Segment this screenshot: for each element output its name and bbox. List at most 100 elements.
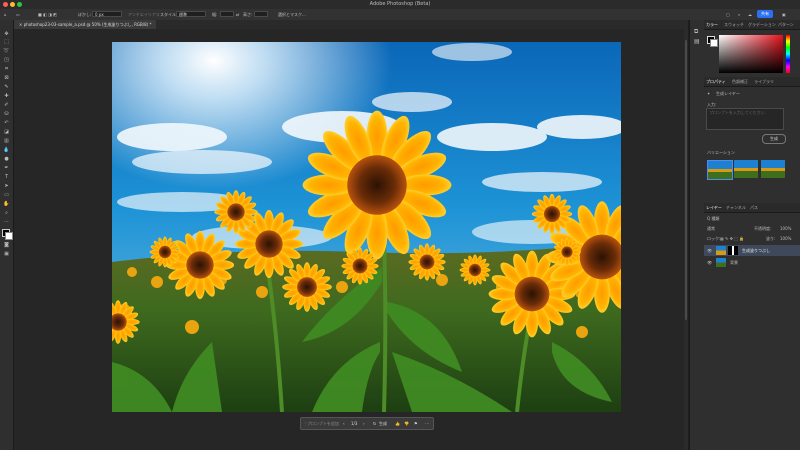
quick-mask-icon[interactable]: ◙ (3, 242, 10, 248)
layer-mask-thumbnail[interactable] (728, 246, 738, 255)
width-input[interactable] (220, 11, 234, 17)
layer-name: 背景 (730, 260, 738, 265)
canvas-image[interactable] (112, 42, 621, 412)
lock-icons[interactable]: ▦ ✎ ✥ ⬚ 🔒 (720, 236, 744, 241)
right-panels: カラー スウォッチ グラデーション パターン プロパティ 色調補正 ライブラリ … (704, 20, 800, 450)
eraser-tool-icon[interactable]: ◪ (3, 129, 10, 135)
variation-thumb-1[interactable] (707, 160, 733, 180)
thumbs-down-icon[interactable]: 👎 (404, 418, 409, 429)
opacity-input[interactable]: 100% (780, 226, 791, 231)
variation-thumb-2[interactable] (734, 160, 758, 178)
tab-libraries[interactable]: ライブラリ (754, 77, 774, 86)
variation-thumb-3[interactable] (761, 160, 785, 178)
next-variation-icon[interactable]: › (363, 418, 365, 429)
style-select[interactable]: 標準 (176, 11, 206, 17)
tab-layers[interactable]: レイヤー (706, 203, 722, 212)
frame-tool-icon[interactable]: ⊠ (3, 75, 10, 81)
share-button[interactable]: 共有 (757, 10, 773, 18)
layers-panel-tabs: レイヤー チャンネル パス (704, 203, 800, 213)
swap-icon[interactable]: ⇄ (236, 9, 239, 20)
height-label: 高さ: (243, 12, 253, 17)
variations-label: バリエーション (707, 150, 735, 155)
lock-label: ロック: (707, 236, 721, 241)
blend-mode-select[interactable]: 通常 (707, 226, 715, 232)
generate-button[interactable]: 生成 (379, 418, 387, 429)
variation-counter: 1/3 (351, 421, 358, 426)
hand-tool-icon[interactable]: ✋ (3, 201, 10, 207)
tab-adjustments[interactable]: 色調補正 (732, 77, 748, 86)
visibility-eye-icon[interactable]: 👁 (707, 248, 712, 253)
tab-patterns[interactable]: パターン (778, 20, 794, 29)
dodge-tool-icon[interactable]: ● (3, 156, 10, 162)
document-tab-title: photoshop23-03-sample_a.psd @ 50% (生成塗りつ… (23, 22, 152, 27)
feather-input[interactable]: 0 px (92, 11, 122, 17)
cloud-icon[interactable]: ☁ (748, 9, 752, 20)
scrollbar-thumb[interactable] (685, 40, 687, 320)
more-tools-icon[interactable]: ⋯ (3, 219, 10, 225)
tab-paths[interactable]: パス (750, 203, 758, 212)
generate-icon[interactable]: ↻ (373, 418, 376, 429)
layer-filter-select[interactable]: Q 種類 (707, 216, 719, 222)
tab-properties[interactable]: プロパティ (706, 77, 726, 86)
antialias-checkbox[interactable]: アンチエイリアス (128, 9, 160, 20)
comments-panel-icon[interactable]: ▤ (694, 38, 700, 45)
screen-mode-icon[interactable]: ▣ (3, 251, 10, 257)
layer-thumbnail (716, 246, 726, 255)
gradient-tool-icon[interactable]: ▥ (3, 138, 10, 144)
color-picker-field[interactable] (719, 35, 783, 73)
app-title: Adobe Photoshop (Beta) (369, 1, 431, 7)
eyedropper-tool-icon[interactable]: ✎ (3, 84, 10, 90)
properties-generate-button[interactable]: 生成 (762, 134, 786, 144)
tab-channels[interactable]: チャンネル (726, 203, 746, 212)
history-brush-tool-icon[interactable]: ↶ (3, 120, 10, 126)
style-label: スタイル: (160, 12, 178, 17)
select-and-mask-button[interactable]: 選択とマスク... (278, 9, 306, 20)
generative-prompt-input[interactable]: プロンプトを追加 (307, 418, 339, 429)
home-icon[interactable]: ⌂ (4, 9, 7, 20)
generative-layer-icon: ✦ (707, 91, 711, 96)
zoom-tool-icon[interactable]: ⌕ (3, 210, 10, 216)
flag-icon[interactable]: ⚑ (414, 418, 418, 429)
thumbs-up-icon[interactable]: 👍 (395, 418, 400, 429)
tab-gradients[interactable]: グラデーション (748, 20, 776, 29)
path-select-tool-icon[interactable]: ➤ (3, 183, 10, 189)
hue-slider[interactable] (786, 35, 790, 73)
crop-tool-icon[interactable]: ⌗ (3, 66, 10, 72)
bg-color-chip[interactable] (710, 39, 718, 47)
color-panel-tabs: カラー スウォッチ グラデーション パターン (704, 20, 800, 30)
move-tool-icon[interactable]: ✥ (3, 31, 10, 37)
tools-panel: ✥ ⬚ ➰ ◳ ⌗ ⊠ ✎ ✚ ✐ ⛁ ↶ ◪ ▥ 💧 ● ✒ T ➤ ▭ ✋ … (0, 20, 14, 450)
search-icon[interactable]: ⌕ (738, 9, 740, 20)
visibility-eye-icon[interactable]: 👁 (707, 260, 712, 265)
layer-row[interactable]: 👁 背景 (704, 257, 800, 268)
properties-prompt-placeholder: プロンプトを入力してください (709, 110, 765, 115)
document-tab[interactable]: × photoshop23-03-sample_a.psd @ 50% (生成塗… (14, 20, 157, 29)
history-panel-icon[interactable]: ⧉ (694, 28, 698, 36)
selection-mode-icons[interactable]: ■ ◧ ◨ ◩ (38, 9, 57, 20)
layer-name: 生成塗りつぶし (742, 248, 771, 253)
clone-stamp-tool-icon[interactable]: ⛁ (3, 111, 10, 117)
tab-color[interactable]: カラー (706, 20, 718, 29)
properties-prompt-input[interactable]: プロンプトを入力してください (706, 108, 784, 130)
layer-row[interactable]: 👁 生成塗りつぶし (704, 245, 800, 256)
healing-brush-tool-icon[interactable]: ✚ (3, 93, 10, 99)
layer-type-label: 生成レイヤー (716, 91, 740, 96)
type-tool-icon[interactable]: T (3, 174, 10, 180)
marquee-tool-icon[interactable]: ⬚ (3, 39, 10, 45)
marquee-tool-icon[interactable]: ▭ (16, 9, 20, 20)
object-select-tool-icon[interactable]: ◳ (3, 57, 10, 63)
workspace-switcher-icon[interactable]: ▣ (782, 9, 786, 20)
feather-label: ぼかし: (78, 12, 92, 17)
more-options-icon[interactable]: ⋯ (425, 418, 429, 429)
blur-tool-icon[interactable]: 💧 (3, 147, 10, 153)
fill-input[interactable]: 100% (780, 236, 791, 241)
lasso-tool-icon[interactable]: ➰ (3, 48, 10, 54)
brush-tool-icon[interactable]: ✐ (3, 102, 10, 108)
workspace-icon[interactable]: ▢ (726, 9, 730, 20)
rectangle-tool-icon[interactable]: ▭ (3, 192, 10, 198)
tab-swatches[interactable]: スウォッチ (724, 20, 744, 29)
height-input[interactable] (254, 11, 268, 17)
background-color-swatch[interactable] (5, 232, 13, 240)
pen-tool-icon[interactable]: ✒ (3, 165, 10, 171)
previous-variation-icon[interactable]: ‹ (343, 418, 345, 429)
